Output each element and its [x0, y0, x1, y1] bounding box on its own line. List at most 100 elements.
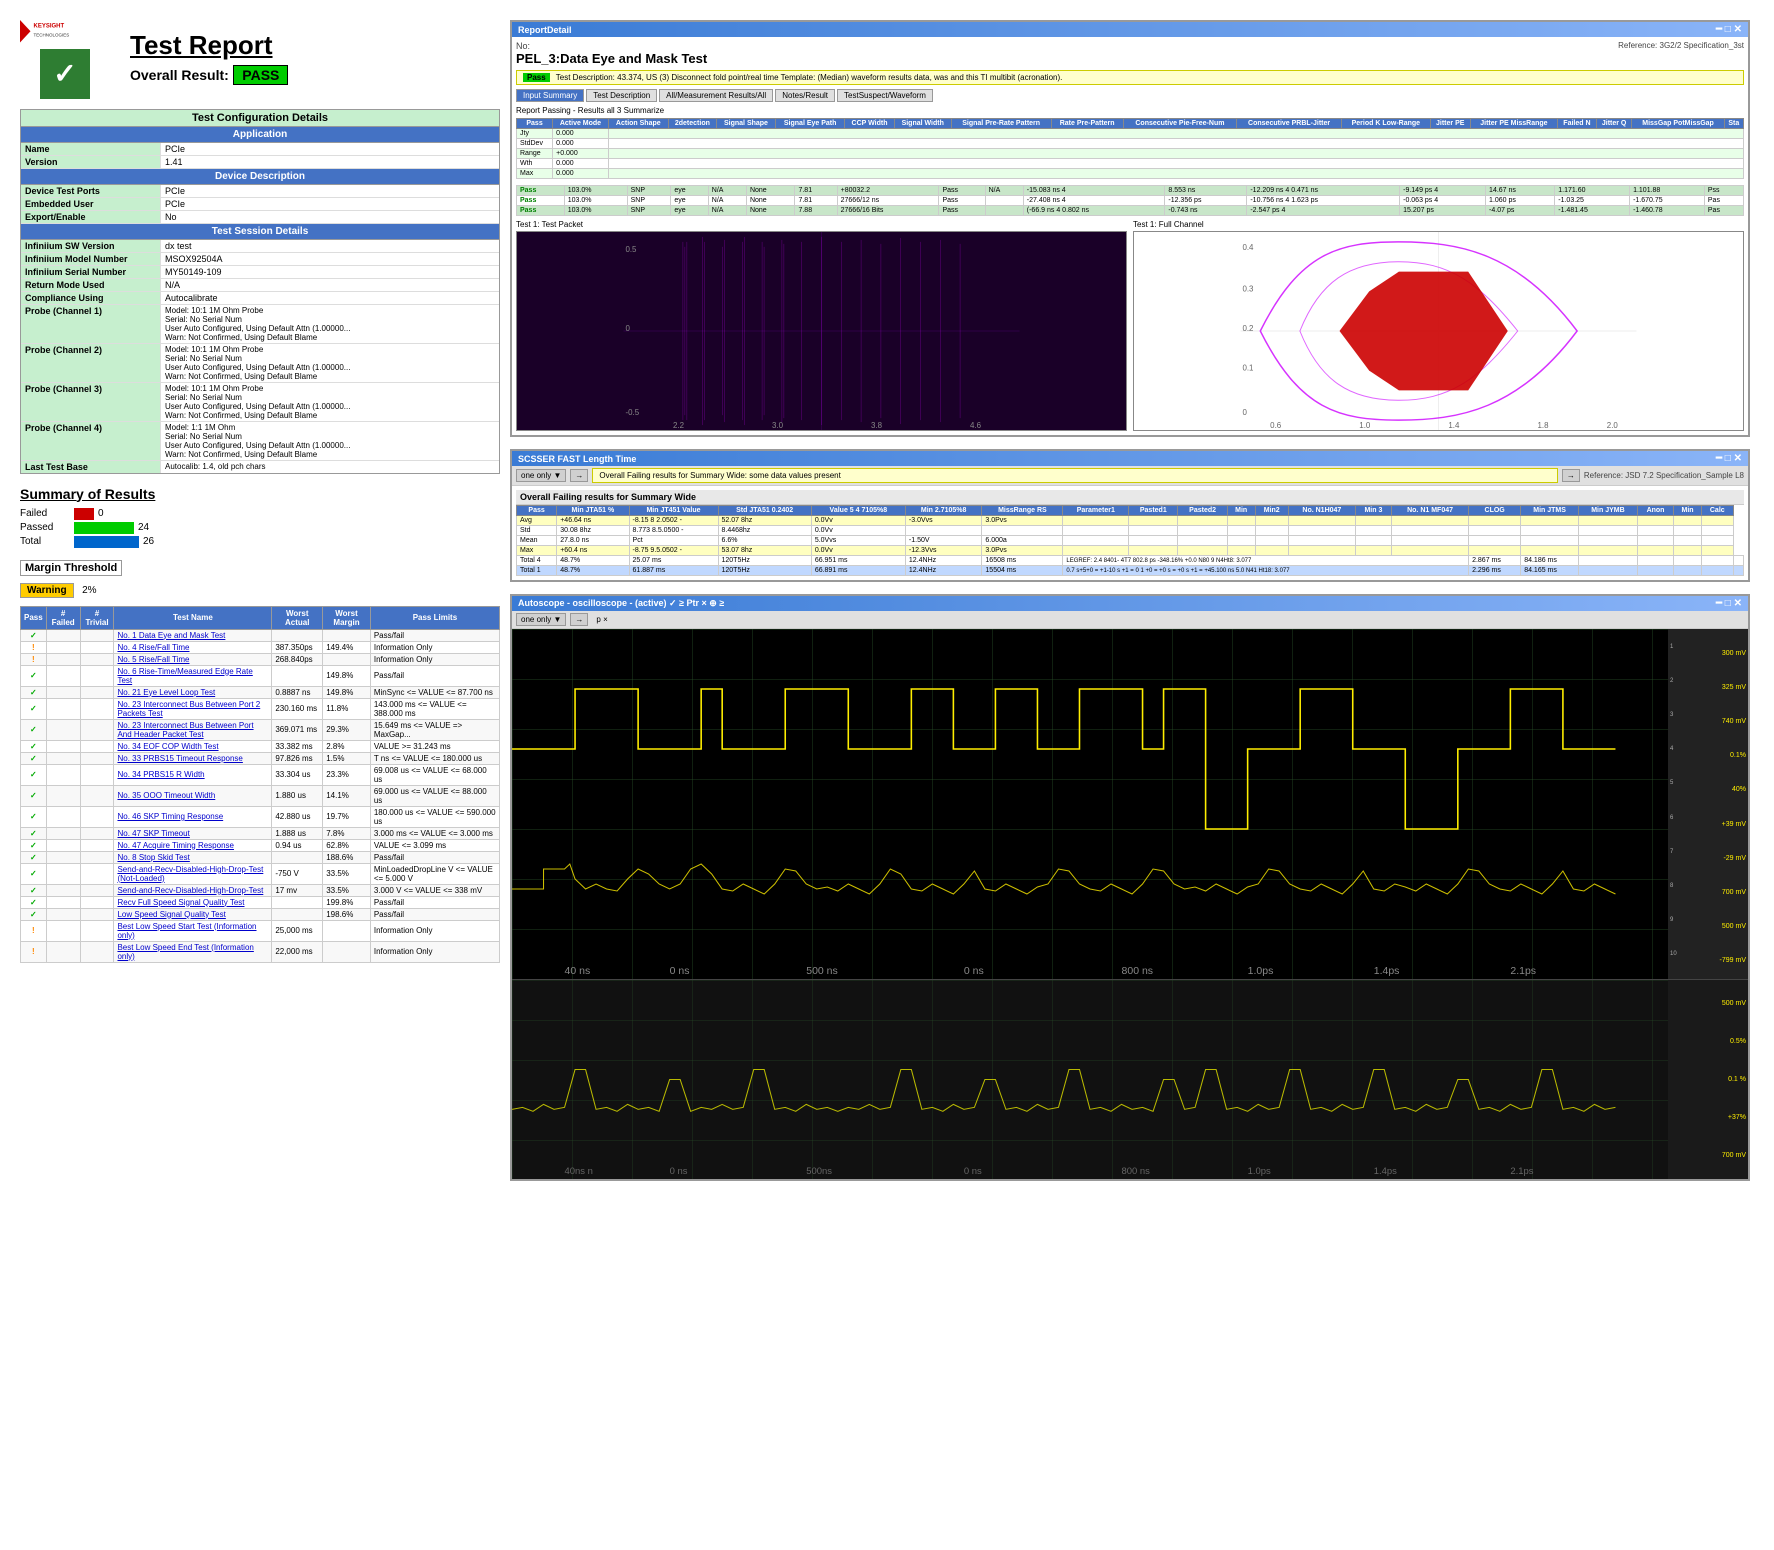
config-row-serial: Infiniium Serial Number MY50149-109	[21, 266, 499, 279]
test-r3-sig: N/A	[708, 206, 746, 216]
config-row-compliance: Compliance Using Autocalibrate	[21, 292, 499, 305]
passed-count: 24	[138, 522, 158, 533]
detail-tabs[interactable]: Input Summary Test Description All/Measu…	[516, 89, 1744, 102]
svg-text:0 ns: 0 ns	[670, 1166, 688, 1176]
config-row-version: Version 1.41	[21, 156, 499, 169]
config-test-session-header: Test Session Details	[21, 224, 499, 240]
report-title: Test Report	[130, 30, 500, 61]
tab-suspect[interactable]: TestSuspect/Waveform	[837, 89, 933, 102]
serial-row-mean: Mean 27.8.0 ns Pct 6.6% 5.0Vvs -1.50V 6.…	[517, 536, 1744, 546]
test-r1-m6: 1.171.60	[1555, 186, 1630, 196]
test-pass-row-1: Pass 103.0% SNP eye N/A None 7.81 +80032…	[517, 186, 1744, 196]
reference-label: Reference: 3G2/2 Specification_3st	[1618, 41, 1744, 50]
serial-fast-titlebar: SCSSER FAST Length Time ━ □ ✕	[512, 451, 1748, 466]
col-failed: # Failed	[46, 606, 80, 629]
serial-overall-title: Overall Failing results for Summary Wide	[516, 490, 1744, 505]
serial-toolbar[interactable]: one only ▼ → Overall Failing results for…	[512, 466, 1748, 486]
summary-bar: Pass Test Description: 43.374, US (3) Di…	[516, 70, 1744, 85]
svg-text:1.0: 1.0	[1359, 421, 1371, 430]
svg-text:3.0: 3.0	[772, 421, 784, 430]
svg-text:1.0ps: 1.0ps	[1248, 1166, 1272, 1176]
col-signal: Signal Shape	[716, 119, 775, 129]
summary-counts: Failed 0 Passed 24 Total 26	[20, 508, 500, 548]
test-r1-pass: Pass	[517, 186, 565, 196]
tab-input-summary[interactable]: Input Summary	[516, 89, 584, 102]
passed-bar	[74, 522, 134, 534]
serial-toolbar-nav[interactable]: →	[570, 469, 588, 482]
scope-bottom-meas-5: 700 mV	[1670, 1152, 1746, 1159]
eye-data-table: Pass Active Mode Action Shape 2detection…	[516, 118, 1744, 179]
config-row-device-ports: Device Test Ports PCIe	[21, 185, 499, 198]
test-r3-na	[985, 206, 1023, 216]
total-count: 26	[143, 536, 163, 547]
table-row: ✓ No. 21 Eye Level Loop Test 0.8887 ns 1…	[21, 686, 500, 698]
svg-text:800 ns: 800 ns	[1122, 1166, 1151, 1176]
eye-metric-row-max: Max 0.000	[517, 169, 1744, 179]
config-row-name: Name PCIe	[21, 143, 499, 156]
col-sta: Sta	[1724, 119, 1743, 129]
config-row-probe2: Probe (Channel 2) Model: 10:1 1M Ohm Pro…	[21, 344, 499, 383]
test-r3-none: None	[746, 206, 795, 216]
scope-bottom-right-panel: 500 mV 0.5% 0.1 % +37% 700 mV	[1668, 980, 1748, 1179]
test-pass-row-2: Pass 103.0% SNP eye N/A None 7.81 27666/…	[517, 196, 1744, 206]
scope-meas-9: 9 500 mV	[1670, 917, 1746, 930]
results-table-header-row: Pass # Failed # Trivial Test Name Worst …	[21, 606, 500, 629]
table-row: ✓ No. 46 SKP Timing Response 42.880 us 1…	[21, 806, 500, 827]
serial-header-row: Pass Min JTA51 % Min JT451 Value Std JTA…	[517, 506, 1744, 516]
svg-text:0.2: 0.2	[1242, 324, 1253, 333]
pass-check-icon: ✓	[40, 49, 90, 99]
scope-nav-btn[interactable]: →	[570, 613, 588, 626]
scope-meas-6: 6 +39 mV	[1670, 815, 1746, 828]
title-area: Test Report Overall Result: PASS	[130, 20, 500, 85]
test-r2-m8: Pas	[1704, 196, 1743, 206]
scope-meas-5: 5 40%	[1670, 780, 1746, 793]
test-results-table: Pass 103.0% SNP eye N/A None 7.81 +80032…	[516, 185, 1744, 216]
val-range: +0.000	[553, 149, 609, 159]
scope-bottom-meas-4: +37%	[1670, 1114, 1746, 1121]
val-max: 0.000	[553, 169, 609, 179]
scope-title: Autoscope - oscilloscope - (active) ✓ ≥ …	[518, 598, 724, 609]
serial-content: Overall Failing results for Summary Wide…	[512, 486, 1748, 580]
serial-data-table: Pass Min JTA51 % Min JT451 Value Std JTA…	[516, 505, 1744, 576]
table-row: ! No. 4 Rise/Fall Time 387.350ps 149.4% …	[21, 641, 500, 653]
tab-test-desc[interactable]: Test Description	[586, 89, 657, 102]
report-detail-titlebar: ReportDetail ━ □ ✕	[512, 22, 1748, 37]
scope-toolbar[interactable]: one only ▼ → p ×	[512, 611, 1748, 629]
logo-area: KEYSIGHT TECHNOLOGIES ✓	[20, 20, 110, 99]
report-detail-sub: No:	[516, 41, 707, 51]
config-row-probe4: Probe (Channel 4) Model: 1:1 1M OhmSeria…	[21, 422, 499, 461]
metric-range: Range	[517, 149, 553, 159]
test-r2-det: eye	[671, 196, 708, 206]
tab-results[interactable]: All/Measurement Results/All	[659, 89, 773, 102]
svg-text:40ns n: 40ns n	[565, 1166, 593, 1176]
col-miss: MissGap PotMissGap	[1632, 119, 1724, 129]
svg-text:1.0ps: 1.0ps	[1248, 966, 1274, 977]
scope-meas-1: 1 300 mV	[1670, 644, 1746, 657]
failed-bar	[74, 508, 94, 520]
config-title: Test Configuration Details	[21, 110, 499, 127]
scope-meas-10: 10 -799 mV	[1670, 951, 1746, 964]
serial-row-total1: Total 1 48.7% 61.887 ms 120T5Hz 66.891 m…	[517, 566, 1744, 576]
table-row: ✓ No. 1 Data Eye and Mask Test Pass/fail	[21, 629, 500, 641]
serial-toolbar-one-only[interactable]: one only ▼	[516, 469, 566, 482]
total-label: Total	[20, 536, 70, 547]
val-wth: 0.000	[553, 159, 609, 169]
test-r3-status: Pass	[939, 206, 985, 216]
svg-text:2.2: 2.2	[673, 421, 684, 430]
svg-text:-0.5: -0.5	[625, 408, 639, 417]
scope-one-only-btn[interactable]: one only ▼	[516, 613, 566, 626]
svg-text:40 ns: 40 ns	[565, 966, 591, 977]
scope-meas-2: 2 325 mV	[1670, 678, 1746, 691]
test-r2-m1: -27.408 ns 4	[1023, 196, 1165, 206]
scope-bottom-meas-3: 0.1 %	[1670, 1076, 1746, 1083]
config-row-lastbase: Last Test Base Autocalib: 1.4, old pch c…	[21, 461, 499, 473]
total-bar	[74, 536, 139, 548]
passed-label: Passed	[20, 522, 70, 533]
table-row: ✓ No. 8 Stop Skid Test 188.6% Pass/fail	[21, 851, 500, 863]
scope-bottom-meas-1: 500 mV	[1670, 1000, 1746, 1007]
tab-notes[interactable]: Notes/Result	[775, 89, 835, 102]
eye-diagram-left-container: Test 1: Test Packet	[516, 220, 1127, 431]
eye-metric-row-range: Range +0.000	[517, 149, 1744, 159]
table-row: ✓ No. 35 OOO Timeout Width 1.880 us 14.1…	[21, 785, 500, 806]
serial-toolbar-ok[interactable]: →	[1562, 469, 1580, 482]
